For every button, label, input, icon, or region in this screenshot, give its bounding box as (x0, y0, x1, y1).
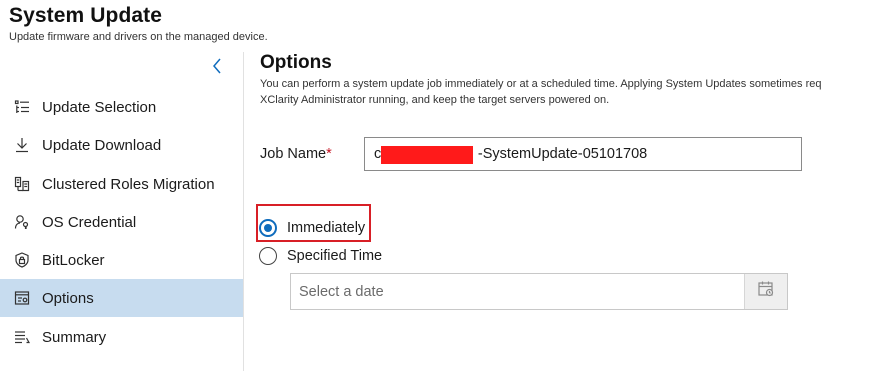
list-icon (14, 99, 30, 115)
collapse-sidebar-button[interactable] (207, 58, 227, 78)
sidebar-item-label: Options (42, 289, 94, 307)
sidebar-item-label: Clustered Roles Migration (42, 175, 215, 193)
options-panel: Options You can perform a system update … (260, 52, 869, 108)
date-input[interactable] (291, 274, 746, 309)
required-marker: * (326, 146, 332, 162)
wizard-sidebar: Update Selection Update Download Cluster… (0, 52, 243, 371)
sidebar-item-options[interactable]: Options (0, 279, 243, 317)
key-person-icon (14, 214, 30, 230)
sidebar-item-label: Summary (42, 328, 107, 346)
sidebar-item-summary[interactable]: Summary (0, 318, 243, 356)
description-line-1: You can perform a system update job imme… (260, 78, 822, 90)
page-title: System Update (9, 4, 163, 27)
sidebar-item-label: Update Download (42, 136, 162, 154)
immediately-radio[interactable] (259, 219, 277, 237)
sidebar-item-clustered-roles-migration[interactable]: Clustered Roles Migration (0, 165, 243, 203)
job-name-field[interactable] (364, 137, 802, 171)
date-picker[interactable] (290, 273, 788, 310)
cluster-icon (14, 176, 30, 192)
job-name-label-text: Job Name (260, 146, 327, 162)
sidebar-divider (243, 52, 244, 371)
sidebar-item-label: OS Credential (42, 213, 137, 231)
immediately-label: Immediately (287, 220, 366, 236)
sidebar-item-update-selection[interactable]: Update Selection (0, 88, 243, 126)
specified-time-radio-option[interactable]: Specified Time (259, 245, 382, 267)
sidebar-item-label: BitLocker (42, 251, 105, 269)
sidebar-item-label: Update Selection (42, 98, 157, 116)
page-header: System Update Update firmware and driver… (9, 4, 268, 43)
sidebar-item-bitlocker[interactable]: BitLocker (0, 241, 243, 279)
section-description: You can perform a system update job imme… (260, 76, 869, 108)
chevron-left-icon (212, 58, 222, 79)
radio-selected-dot (264, 224, 272, 232)
settings-window-icon (14, 290, 30, 306)
job-name-label: Job Name* (260, 146, 332, 162)
calendar-button[interactable] (744, 274, 787, 309)
page-subtitle: Update firmware and drivers on the manag… (9, 31, 268, 43)
specified-time-label: Specified Time (287, 248, 383, 264)
sidebar-item-update-download[interactable]: Update Download (0, 126, 243, 164)
description-line-2: XClarity Administrator running, and keep… (260, 94, 610, 106)
immediately-radio-option[interactable]: Immediately (259, 217, 365, 239)
section-title: Options (260, 52, 332, 73)
specified-time-radio[interactable] (259, 247, 277, 265)
calendar-icon (757, 280, 775, 303)
summary-list-icon (14, 329, 30, 345)
shield-lock-icon (14, 252, 30, 268)
download-icon (14, 137, 30, 153)
redaction-mark (381, 146, 473, 164)
sidebar-item-os-credential[interactable]: OS Credential (0, 203, 243, 241)
